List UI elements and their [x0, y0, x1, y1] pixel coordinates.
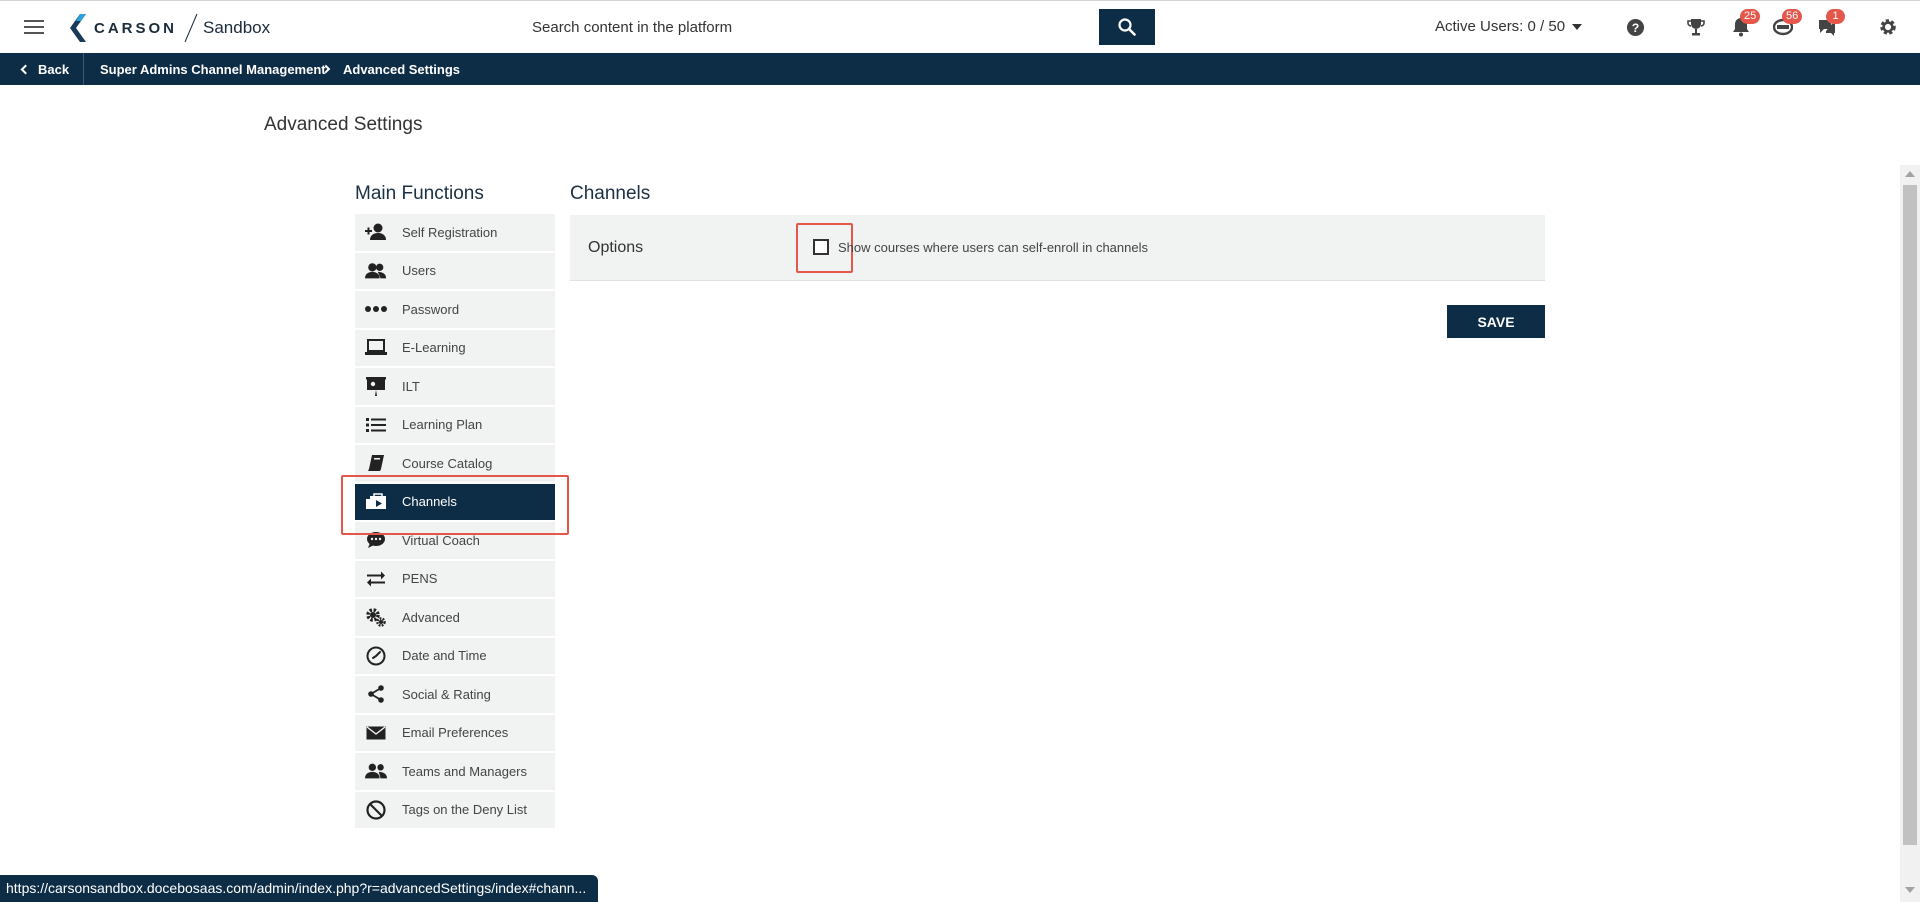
sidebar-item-label: Course Catalog: [402, 455, 493, 471]
breadcrumb: Back Super Admins Channel Management Adv…: [0, 53, 1920, 85]
options-label: Options: [588, 239, 644, 256]
sidebar-item-label: PENS: [402, 571, 438, 587]
share-icon: [365, 684, 387, 704]
users-icon: [365, 261, 387, 281]
logo-slash-icon: [184, 13, 198, 43]
messages-badge: 56: [1782, 9, 1803, 24]
sidebar-item-users[interactable]: Users: [355, 252, 555, 291]
page-scrollbar[interactable]: [1900, 165, 1920, 902]
team-icon: [365, 761, 387, 781]
messages-icon[interactable]: 56: [1772, 9, 1803, 38]
sidebar-item-label: E-Learning: [402, 340, 466, 356]
list-icon: [365, 415, 387, 435]
breadcrumb-link-channel-management[interactable]: Super Admins Channel Management: [100, 53, 326, 85]
chat-icon[interactable]: 1: [1816, 9, 1845, 38]
sidebar-item-label: Social & Rating: [402, 686, 491, 702]
chat-bubble-icon: [365, 530, 387, 550]
active-users-dropdown[interactable]: Active Users: 0 / 50: [1435, 18, 1583, 35]
sidebar-item-label: Password: [402, 301, 460, 317]
self-enroll-checkbox[interactable]: [813, 239, 829, 255]
svg-text:?: ?: [1631, 20, 1639, 34]
sidebar-menu: Self Registration Users Password E-Learn…: [355, 214, 555, 830]
sidebar-item-course-catalog[interactable]: Course Catalog: [355, 445, 555, 484]
gears-icon: [365, 607, 387, 627]
section-title: Channels: [570, 183, 651, 204]
channels-icon: [365, 492, 387, 512]
brand-logo[interactable]: CARSON Sandbox: [70, 13, 270, 43]
search-input[interactable]: [520, 9, 1099, 45]
sidebar-item-label: Email Preferences: [402, 725, 509, 741]
search-icon: [1118, 18, 1136, 36]
notifications-icon[interactable]: 25: [1730, 9, 1761, 38]
status-bar-url: https://carsonsandbox.docebosaas.com/adm…: [0, 875, 599, 902]
scroll-down-arrow-icon[interactable]: [1905, 887, 1915, 893]
breadcrumb-label: Super Admins Channel Management: [100, 61, 326, 77]
chat-badge: 1: [1826, 9, 1845, 24]
sidebar-item-label: Channels: [402, 494, 457, 510]
trophy-icon[interactable]: [1685, 16, 1707, 38]
add-user-icon: [365, 222, 387, 242]
sidebar-item-virtual-coach[interactable]: Virtual Coach: [355, 522, 555, 561]
self-enroll-checkbox-label[interactable]: Show courses where users can self-enroll…: [838, 240, 1148, 255]
brand-product: Sandbox: [203, 18, 271, 37]
hamburger-menu-icon[interactable]: [24, 20, 44, 34]
presentation-icon: [365, 376, 387, 397]
back-label: Back: [38, 61, 70, 77]
envelope-icon: [365, 723, 387, 743]
sidebar-item-date-and-time[interactable]: Date and Time: [355, 637, 555, 676]
help-icon[interactable]: ?: [1624, 16, 1646, 38]
sidebar-item-self-registration[interactable]: Self Registration: [355, 214, 555, 253]
sidebar-item-label: Teams and Managers: [402, 763, 528, 779]
sidebar-item-label: Date and Time: [402, 648, 487, 664]
book-icon: [365, 453, 387, 473]
sidebar-item-tags-deny-list[interactable]: Tags on the Deny List: [355, 791, 555, 830]
top-header: CARSON Sandbox Active Users: 0 / 50 ? 25…: [0, 0, 1920, 53]
save-button[interactable]: SAVE: [1447, 305, 1545, 338]
back-button[interactable]: Back: [20, 53, 70, 85]
sidebar-item-label: ILT: [402, 378, 420, 394]
sidebar-item-social-rating[interactable]: Social & Rating: [355, 676, 555, 715]
sidebar-item-label: Tags on the Deny List: [402, 802, 528, 818]
dots-icon: [365, 299, 387, 319]
sidebar-item-label: Learning Plan: [402, 417, 483, 433]
scrollbar-thumb[interactable]: [1903, 185, 1917, 845]
sidebar-item-label: Advanced: [402, 609, 460, 625]
sidebar-item-ilt[interactable]: ILT: [355, 368, 555, 407]
caret-down-icon: [1572, 23, 1583, 30]
laptop-icon: [365, 338, 387, 358]
sidebar-item-learning-plan[interactable]: Learning Plan: [355, 406, 555, 445]
sidebar-item-advanced[interactable]: Advanced: [355, 599, 555, 638]
sidebar-item-channels[interactable]: Channels: [355, 483, 555, 522]
sidebar-item-password[interactable]: Password: [355, 291, 555, 330]
clock-icon: [365, 646, 387, 666]
sidebar-item-e-learning[interactable]: E-Learning: [355, 329, 555, 368]
search-bar: [520, 9, 1155, 45]
breadcrumb-label: Advanced Settings: [343, 61, 461, 77]
options-panel: Options Show courses where users can sel…: [570, 215, 1545, 281]
sidebar-item-email-preferences[interactable]: Email Preferences: [355, 714, 555, 753]
sidebar-item-label: Users: [402, 263, 436, 279]
sidebar-item-label: Virtual Coach: [402, 532, 480, 548]
sidebar-item-pens[interactable]: PENS: [355, 560, 555, 599]
page-title: Advanced Settings: [264, 114, 423, 135]
scroll-up-arrow-icon[interactable]: [1905, 171, 1915, 177]
carson-logo-icon: [70, 14, 86, 42]
arrows-exchange-icon: [365, 569, 387, 589]
sidebar-title: Main Functions: [355, 183, 484, 204]
active-users-label: Active Users: 0 / 50: [1435, 18, 1566, 35]
notifications-badge: 25: [1740, 9, 1761, 24]
sidebar-item-teams-and-managers[interactable]: Teams and Managers: [355, 753, 555, 792]
chevron-left-icon: [20, 64, 31, 74]
brand-name: CARSON: [94, 19, 178, 37]
search-button[interactable]: [1099, 9, 1155, 45]
sidebar-item-label: Self Registration: [402, 224, 498, 240]
ban-icon: [365, 800, 387, 820]
settings-gear-icon[interactable]: [1877, 16, 1899, 38]
breadcrumb-current: Advanced Settings: [343, 53, 460, 85]
breadcrumb-divider: [83, 53, 84, 85]
